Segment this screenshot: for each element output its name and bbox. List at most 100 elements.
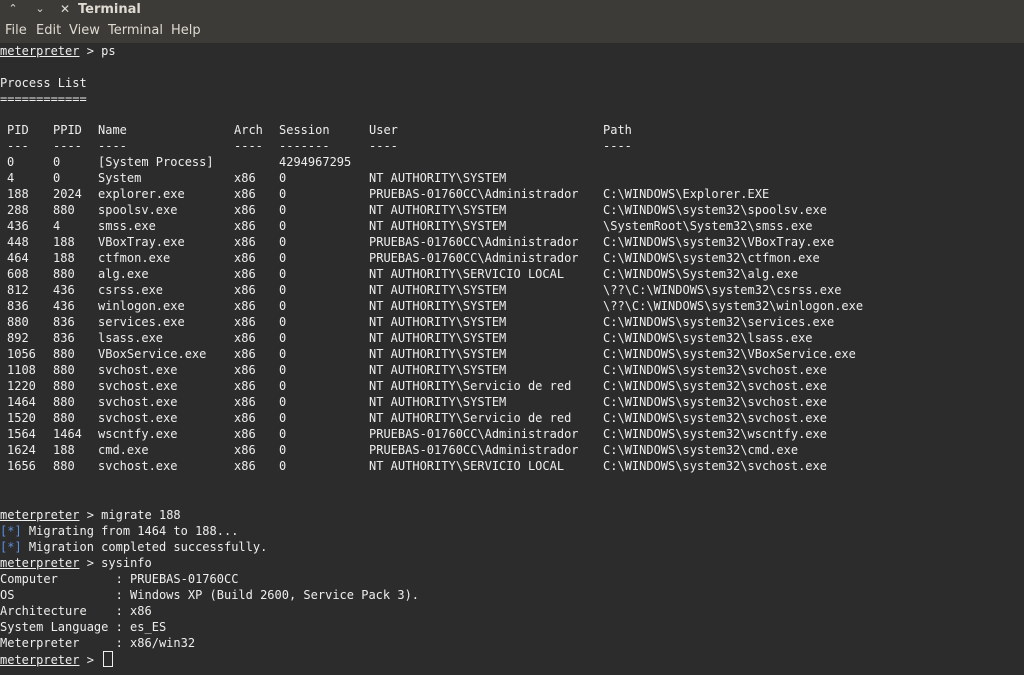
table-row: 1464 880 svchost.exe x86 0 NT AUTHORITY\SYSTE…: [0, 394, 1000, 410]
minimize-chevron-down-icon[interactable]: ⌄: [32, 1, 48, 17]
cell-name: winlogon.exe: [98, 299, 185, 313]
cell-user: NT AUTHORITY\Servicio de red: [369, 379, 572, 393]
menu-file[interactable]: File: [5, 23, 27, 39]
table-row: 892 836 lsass.exe x86 0 NT AUTHORITY\SYSTEM C:…: [0, 330, 1000, 346]
cell-name: svchost.exe: [98, 395, 178, 409]
cell-name: smss.exe: [98, 219, 156, 233]
cell-ppid: 880: [53, 411, 75, 425]
menu-view[interactable]: View: [69, 23, 100, 39]
cell-path: C:\WINDOWS\system32\VBoxService.exe: [603, 347, 856, 361]
table-row: 1520 880 svchost.exe x86 0 NT AUTHORITY\Servi…: [0, 410, 1000, 426]
info-marker: [*]: [0, 540, 22, 554]
command-text: migrate 188: [101, 508, 181, 522]
cell-arch: x86: [234, 203, 256, 217]
prompt-label: meterpreter: [0, 44, 80, 58]
cell-user: NT AUTHORITY\SERVICIO LOCAL: [369, 267, 565, 281]
cell-name: svchost.exe: [98, 363, 178, 377]
table-dash-row: --- ---- ---- ---- ------- ---- ----: [0, 138, 1000, 154]
cell-path: \??\C:\WINDOWS\system32\csrss.exe: [603, 283, 842, 297]
cell-pid: 1520: [7, 411, 36, 425]
cell-session: 0: [279, 171, 287, 185]
cell-pid: 1656: [7, 459, 36, 473]
cell-ppid: 2024: [53, 187, 82, 201]
sysinfo-architecture: Architecture : x86: [0, 604, 152, 618]
info-marker: [*]: [0, 524, 22, 538]
table-row: 188 2024 explorer.exe x86 0 PRUEBAS-01760CC\A…: [0, 186, 1000, 202]
cell-path: C:\WINDOWS\system32\wscntfy.exe: [603, 427, 827, 441]
command-line-current[interactable]: meterpreter >: [0, 651, 114, 667]
process-list-underline: ============: [0, 92, 87, 106]
dash-arch: ----: [234, 139, 263, 153]
dash-path: ----: [603, 139, 632, 153]
menu-bar: File Edit View Terminal Help: [0, 19, 1024, 43]
cell-session: 0: [279, 299, 287, 313]
cell-ppid: 0: [53, 155, 61, 169]
cell-pid: 1056: [7, 347, 36, 361]
command-line-ps: meterpreter > ps: [0, 43, 116, 59]
cell-ppid: 880: [53, 347, 75, 361]
cell-pid: 188: [7, 187, 29, 201]
cell-ppid: 1464: [53, 427, 82, 441]
command-text: ps: [101, 44, 116, 58]
cell-ppid: 188: [53, 251, 75, 265]
cell-pid: 836: [7, 299, 29, 313]
cell-arch: x86: [234, 379, 256, 393]
prompt-separator: >: [79, 653, 102, 667]
cell-pid: 4: [7, 171, 15, 185]
cell-ppid: 436: [53, 299, 75, 313]
header-session: Session: [279, 123, 330, 137]
cell-arch: x86: [234, 219, 256, 233]
cell-session: 0: [279, 459, 287, 473]
cell-name: System: [98, 171, 142, 185]
table-row: 464 188 ctfmon.exe x86 0 PRUEBAS-01760CC\Admi…: [0, 250, 1000, 266]
cell-path: C:\WINDOWS\system32\ctfmon.exe: [603, 251, 820, 265]
cell-path: C:\WINDOWS\system32\lsass.exe: [603, 331, 813, 345]
prompt-label: meterpreter: [0, 653, 80, 667]
close-icon[interactable]: ✕: [57, 1, 73, 17]
cell-pid: 1220: [7, 379, 36, 393]
cell-path: C:\WINDOWS\system32\spoolsv.exe: [603, 203, 827, 217]
cell-session: 0: [279, 379, 287, 393]
cell-session: 0: [279, 315, 287, 329]
menu-help[interactable]: Help: [171, 23, 201, 39]
header-user: User: [369, 123, 398, 137]
cell-path: C:\WINDOWS\System32\alg.exe: [603, 267, 799, 281]
cell-arch: x86: [234, 299, 256, 313]
cell-path: C:\WINDOWS\system32\svchost.exe: [603, 411, 827, 425]
cell-path: \??\C:\WINDOWS\system32\winlogon.exe: [603, 299, 864, 313]
window-title: Terminal: [78, 2, 141, 17]
cell-path: C:\WINDOWS\system32\services.exe: [603, 315, 835, 329]
cell-user: NT AUTHORITY\SYSTEM: [369, 395, 507, 409]
header-name: Name: [98, 123, 127, 137]
cell-arch: x86: [234, 395, 256, 409]
cell-arch: x86: [234, 251, 256, 265]
cell-name: csrss.exe: [98, 283, 164, 297]
cell-name: alg.exe: [98, 267, 149, 281]
menu-edit[interactable]: Edit: [36, 23, 61, 39]
cell-session: 0: [279, 187, 287, 201]
cell-ppid: 436: [53, 283, 75, 297]
cell-ppid: 880: [53, 203, 75, 217]
table-row: 1656 880 svchost.exe x86 0 NT AUTHORITY\SERVI…: [0, 458, 1000, 474]
cell-user: NT AUTHORITY\SYSTEM: [369, 299, 507, 313]
cell-arch: x86: [234, 283, 256, 297]
cell-arch: x86: [234, 363, 256, 377]
table-row: 836 436 winlogon.exe x86 0 NT AUTHORITY\SYSTE…: [0, 298, 1000, 314]
table-row: 608 880 alg.exe x86 0 NT AUTHORITY\SERVICIO L…: [0, 266, 1000, 282]
cell-pid: 1564: [7, 427, 36, 441]
terminal-output[interactable]: meterpreter > ps Process List ==========…: [0, 43, 1024, 675]
cell-session: 0: [279, 363, 287, 377]
menu-terminal[interactable]: Terminal: [108, 23, 163, 39]
prompt-separator: >: [79, 556, 102, 570]
cell-ppid: 4: [53, 219, 61, 233]
cell-ppid: 0: [53, 171, 61, 185]
dash-session: -------: [279, 139, 330, 153]
cell-name: lsass.exe: [98, 331, 164, 345]
cell-name: VBoxTray.exe: [98, 235, 185, 249]
cell-ppid: 188: [53, 443, 75, 457]
text-cursor[interactable]: [103, 651, 114, 667]
cell-arch: x86: [234, 459, 256, 473]
cell-arch: x86: [234, 411, 256, 425]
table-row: 1056 880 VBoxService.exe x86 0 NT AUTHORITY\S…: [0, 346, 1000, 362]
maximize-chevron-up-icon[interactable]: ⌃: [5, 1, 21, 17]
